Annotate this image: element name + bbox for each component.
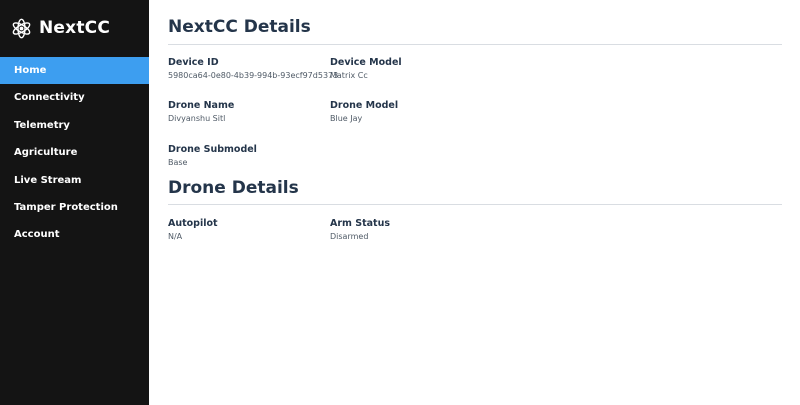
arm-status-field: Arm Status Disarmed bbox=[330, 218, 390, 242]
drone-submodel-label: Drone Submodel bbox=[168, 144, 257, 155]
sidebar-item-home[interactable]: Home bbox=[0, 57, 149, 85]
device-model-value: Matrix Cc bbox=[330, 71, 368, 80]
drone-submodel-value: Base bbox=[168, 158, 188, 167]
drone-submodel-field: Drone Submodel Base bbox=[168, 144, 257, 168]
drone-name-field: Drone Name Divyanshu Sitl bbox=[168, 100, 234, 124]
autopilot-field: Autopilot N/A bbox=[168, 218, 218, 242]
brand[interactable]: NextCC bbox=[11, 14, 110, 42]
autopilot-label: Autopilot bbox=[168, 218, 218, 229]
device-id-value: 5980ca64-0e80-4b39-994b-93ecf97d5373 bbox=[168, 71, 339, 80]
app-window: NextCC Home Connectivity Telemetry Agric… bbox=[0, 0, 800, 405]
drone-icon bbox=[11, 18, 32, 39]
drone-name-value: Divyanshu Sitl bbox=[168, 114, 226, 123]
device-id-label: Device ID bbox=[168, 57, 219, 68]
drone-model-value: Blue Jay bbox=[330, 114, 363, 123]
sidebar: NextCC Home Connectivity Telemetry Agric… bbox=[0, 0, 149, 405]
sidebar-item-live-stream[interactable]: Live Stream bbox=[0, 167, 149, 194]
sidebar-item-telemetry[interactable]: Telemetry bbox=[0, 112, 149, 139]
sidebar-item-tamper-protection[interactable]: Tamper Protection bbox=[0, 194, 149, 221]
arm-status-label: Arm Status bbox=[330, 218, 390, 229]
arm-status-value: Disarmed bbox=[330, 232, 369, 241]
sidebar-item-connectivity[interactable]: Connectivity bbox=[0, 84, 149, 111]
drone-details-title: Drone Details bbox=[168, 178, 299, 198]
device-model-field: Device Model Matrix Cc bbox=[330, 57, 402, 81]
device-model-label: Device Model bbox=[330, 57, 402, 68]
device-id-field: Device ID 5980ca64-0e80-4b39-994b-93ecf9… bbox=[168, 57, 338, 81]
autopilot-value: N/A bbox=[168, 232, 183, 241]
drone-model-field: Drone Model Blue Jay bbox=[330, 100, 398, 124]
section-divider bbox=[168, 44, 782, 45]
sidebar-item-agriculture[interactable]: Agriculture bbox=[0, 139, 149, 166]
main-content: NextCC Details Device ID 5980ca64-0e80-4… bbox=[149, 0, 800, 405]
brand-title: NextCC bbox=[39, 18, 111, 38]
section-divider bbox=[168, 204, 782, 205]
drone-name-label: Drone Name bbox=[168, 100, 235, 111]
nextcc-details-title: NextCC Details bbox=[168, 17, 311, 37]
sidebar-nav: Home Connectivity Telemetry Agriculture … bbox=[0, 57, 149, 249]
drone-model-label: Drone Model bbox=[330, 100, 399, 111]
sidebar-item-account[interactable]: Account bbox=[0, 221, 149, 248]
